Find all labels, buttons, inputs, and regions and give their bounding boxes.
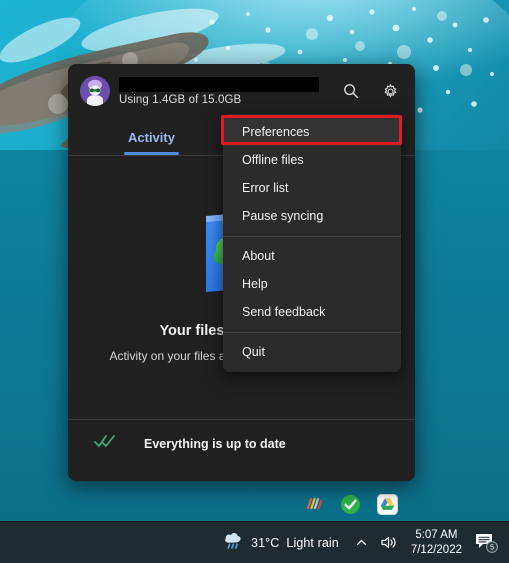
menu-item-label: About <box>242 249 275 263</box>
notification-badge-count: 5 <box>490 542 494 551</box>
rain-cloud-icon <box>222 530 244 555</box>
taskbar-weather-widget[interactable]: 31°C Light rain <box>214 528 347 557</box>
double-check-icon <box>94 434 116 453</box>
menu-item-help[interactable]: Help <box>223 270 401 298</box>
menu-item-error-list[interactable]: Error list <box>223 174 401 202</box>
status-text: Everything is up to date <box>144 436 286 451</box>
tab-activity-label: Activity <box>128 130 175 145</box>
clock-time: 5:07 AM <box>415 529 458 542</box>
account-name-redacted <box>119 76 319 92</box>
weather-temperature: 31°C <box>251 535 280 550</box>
taskbar: 31°C Light rain 5:07 AM 7/12/2022 5 <box>0 521 509 563</box>
storage-usage-text: Using 1.4GB of 15.0GB <box>119 93 242 106</box>
notification-center-button[interactable]: 5 <box>470 531 509 555</box>
weather-condition: Light rain <box>286 535 339 550</box>
gear-icon[interactable] <box>375 76 405 106</box>
menu-item-pause-syncing[interactable]: Pause syncing <box>223 202 401 230</box>
taskbar-clock[interactable]: 5:07 AM 7/12/2022 <box>403 528 470 557</box>
menu-item-quit[interactable]: Quit <box>223 338 401 366</box>
tab-activity[interactable]: Activity <box>110 126 193 155</box>
menu-item-offline-files[interactable]: Offline files <box>223 146 401 174</box>
wondershare-icon[interactable] <box>303 493 325 515</box>
menu-separator <box>223 332 401 333</box>
menu-item-send-feedback[interactable]: Send feedback <box>223 298 401 326</box>
onedrive-status-bar: Everything is up to date <box>68 419 415 467</box>
menu-item-label: Quit <box>242 345 265 359</box>
search-icon[interactable] <box>336 76 366 106</box>
menu-item-label: Pause syncing <box>242 209 324 223</box>
avatar[interactable] <box>80 76 110 106</box>
speaker-icon[interactable] <box>374 526 403 560</box>
tray-hidden-icons-flyout[interactable] <box>296 487 406 521</box>
clock-date: 7/12/2022 <box>410 543 462 556</box>
onedrive-synced-icon[interactable] <box>340 493 362 515</box>
menu-item-about[interactable]: About <box>223 242 401 270</box>
chevron-up-icon[interactable] <box>349 526 374 560</box>
menu-item-label: Preferences <box>242 125 310 139</box>
menu-item-preferences[interactable]: Preferences <box>223 118 401 146</box>
google-drive-icon[interactable] <box>377 493 399 515</box>
menu-item-label: Error list <box>242 181 289 195</box>
menu-separator <box>223 236 401 237</box>
menu-item-label: Send feedback <box>242 305 326 319</box>
onedrive-header: Using 1.4GB of 15.0GB <box>68 64 415 114</box>
tab-active-underline <box>124 152 179 155</box>
menu-item-label: Offline files <box>242 153 304 167</box>
account-info: Using 1.4GB of 15.0GB <box>119 76 327 106</box>
menu-item-label: Help <box>242 277 268 291</box>
onedrive-context-menu: Preferences Offline files Error list Pau… <box>223 114 401 372</box>
